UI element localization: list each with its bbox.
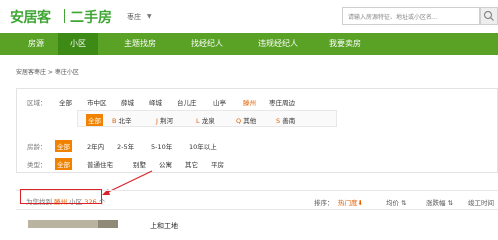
listing-title[interactable]: 上和工地	[150, 221, 178, 231]
sort-option-price[interactable]: 均价 ⇅	[386, 197, 407, 207]
subarea-option[interactable]: S 善南	[276, 115, 295, 125]
sort-option-label: 涨跌幅	[426, 199, 446, 207]
age-option-selected[interactable]: 全部	[55, 140, 72, 152]
breadcrumb[interactable]: 安居客枣庄 > 枣庄小区	[16, 67, 79, 76]
city-selector[interactable]: 枣庄	[127, 12, 141, 22]
nav-item-find-agent[interactable]: 找经纪人	[176, 33, 238, 55]
sort-option-year[interactable]: 竣工时间	[468, 197, 494, 207]
section-title[interactable]: 二手房	[70, 7, 112, 27]
nav-item-theme-search[interactable]: 主题找房	[108, 33, 172, 55]
area-option[interactable]: 峄城	[149, 97, 162, 107]
logo[interactable]: 安居客	[10, 7, 51, 27]
area-option[interactable]: 枣庄周边	[269, 97, 295, 107]
chevron-down-icon[interactable]: ▼	[147, 13, 152, 20]
subarea-option[interactable]: Q 其他	[236, 115, 256, 125]
listing-thumbnail[interactable]	[28, 220, 98, 228]
subarea-letter: L	[196, 117, 200, 125]
subarea-option[interactable]: B 北辛	[112, 115, 132, 125]
subarea-option[interactable]: J 荆河	[156, 115, 173, 125]
sort-option-label: 竣工时间	[468, 199, 494, 207]
type-option[interactable]: 平房	[211, 159, 224, 169]
filter-label-area: 区域：	[27, 99, 47, 107]
subarea-option-selected[interactable]: 全部	[86, 114, 103, 126]
age-option[interactable]: 10年以上	[189, 141, 217, 151]
sort-arrows-icon: ⇅	[447, 199, 454, 207]
annotation-highlight-box	[20, 189, 102, 204]
subarea-letter: J	[156, 117, 158, 125]
search-input[interactable]: 请输入房源特征、地址或小区名...	[342, 7, 480, 25]
arrow-down-icon: ⬇	[357, 199, 363, 207]
area-option-selected[interactable]: 滕州	[243, 97, 256, 107]
listing-thumbnail-edge	[98, 220, 118, 228]
area-option[interactable]: 台儿庄	[177, 97, 197, 107]
type-option[interactable]: 普通住宅	[87, 159, 113, 169]
header: 安居客 二手房 枣庄 ▼ 请输入房源特征、地址或小区名...	[0, 0, 498, 32]
subarea-name: 北辛	[118, 117, 132, 125]
type-option[interactable]: 公寓	[159, 159, 172, 169]
main-nav: 房源 小区 主题找房 找经纪人 违规经纪人 我要卖房	[0, 33, 498, 55]
area-option[interactable]: 薛城	[121, 97, 134, 107]
area-option[interactable]: 全部	[59, 97, 72, 107]
subarea-letter: B	[112, 117, 117, 125]
nav-item-sell-house[interactable]: 我要卖房	[314, 33, 376, 55]
nav-item-listings[interactable]: 房源	[14, 33, 58, 55]
logo-divider	[64, 9, 65, 23]
subarea-name: 善南	[282, 117, 296, 125]
area-option[interactable]: 市中区	[87, 97, 107, 107]
subarea-box: 全部 B 北辛 J 荆河 L 龙泉 Q 其他 S 善南	[77, 110, 337, 127]
type-option[interactable]: 其它	[185, 159, 198, 169]
search-icon	[483, 10, 494, 21]
search-button[interactable]	[480, 7, 498, 25]
age-option[interactable]: 5-10年	[151, 141, 172, 151]
subarea-name: 龙泉	[201, 117, 215, 125]
area-option[interactable]: 山亭	[213, 97, 226, 107]
subarea-option[interactable]: L 龙泉	[196, 115, 215, 125]
age-option[interactable]: 2-5年	[117, 141, 134, 151]
filter-label-type: 类型：	[27, 161, 47, 169]
subarea-name: 其他	[243, 117, 257, 125]
nav-item-community[interactable]: 小区	[58, 33, 98, 55]
sort-label: 排序：	[314, 199, 334, 207]
nav-item-violating-agents[interactable]: 违规经纪人	[242, 33, 314, 55]
sort-option-popularity[interactable]: 热门度⬇	[338, 197, 363, 207]
type-option[interactable]: 别墅	[133, 159, 146, 169]
sort-option-change[interactable]: 涨跌幅 ⇅	[426, 197, 453, 207]
age-option[interactable]: 2年内	[87, 141, 104, 151]
sort-option-label: 热门度	[338, 199, 358, 207]
filter-label-age: 房龄：	[27, 143, 47, 151]
subarea-letter: S	[276, 117, 281, 125]
subarea-letter: Q	[236, 117, 242, 125]
type-option-selected[interactable]: 全部	[55, 158, 72, 170]
filter-panel: 区域： 全部 市中区 薛城 峄城 台儿庄 山亭 滕州 枣庄周边 全部 B 北辛 …	[16, 88, 498, 173]
subarea-name: 荆河	[160, 117, 173, 125]
sort-option-label: 均价	[386, 199, 399, 207]
sort-arrows-icon: ⇅	[401, 199, 407, 207]
